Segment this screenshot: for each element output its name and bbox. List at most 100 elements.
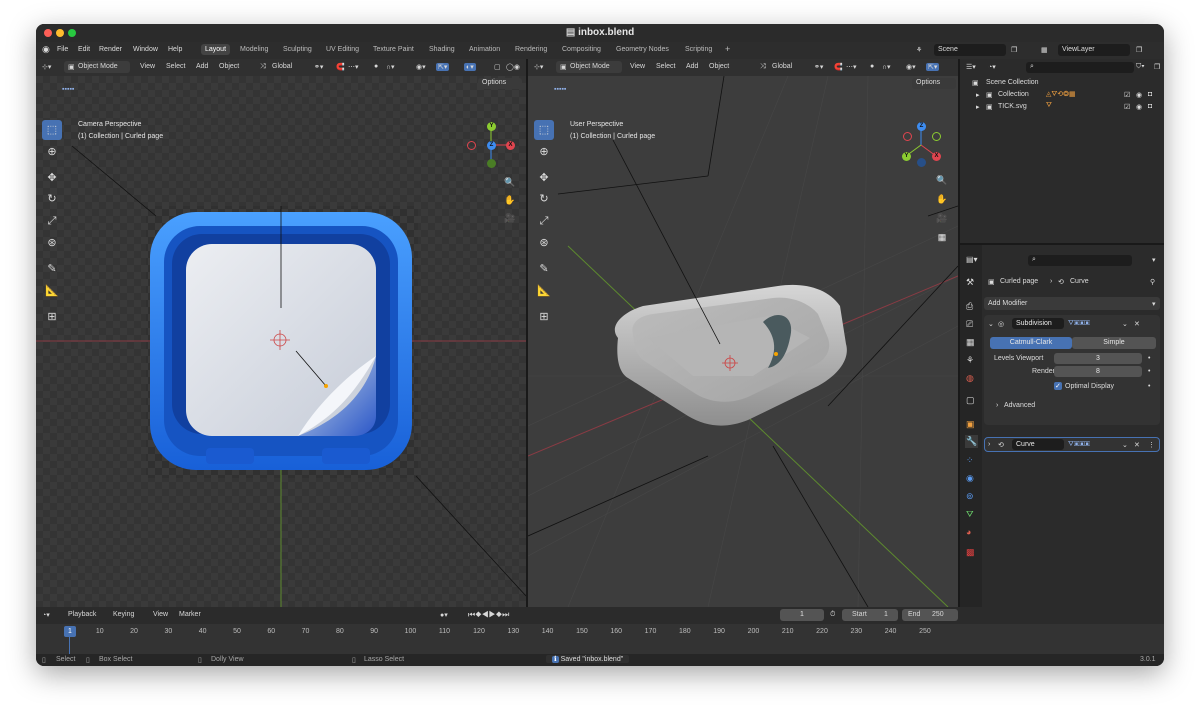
orientation-label[interactable]: Global [272,63,292,70]
measure-tool-icon[interactable]: 📐 [534,281,554,301]
menu-render[interactable]: Render [99,46,122,53]
modifier-name-field[interactable]: Curve [1012,439,1064,450]
new-scene-icon[interactable]: ❐ [1011,46,1017,54]
visibility-eye-icon[interactable]: ◉ [1136,91,1142,99]
view-layer-tab-icon[interactable]: ▦ [966,337,975,348]
select-tool-icon[interactable]: ⬚ [42,120,62,140]
proportional-icon[interactable]: ● [870,63,874,70]
zoom-icon[interactable]: 🔍 [934,172,950,188]
gizmo-x-icon[interactable]: X [506,141,515,150]
exclude-checkbox[interactable]: ☑ [1124,91,1130,99]
gizmo-y-icon[interactable]: Y [902,152,911,161]
proportional-icon[interactable]: ● [374,63,378,70]
playhead[interactable]: 1 [64,626,76,637]
rotate-tool-icon[interactable]: ↻ [42,189,62,209]
tab-shading[interactable]: Shading [429,46,455,53]
tab-rendering[interactable]: Rendering [515,46,547,53]
modifier-menu-icon[interactable]: ⌄ [1122,441,1128,449]
xray-icon[interactable]: ▢ [494,63,501,71]
view-layer-icon[interactable]: ▦ [1041,46,1048,54]
gizmo-z-icon[interactable]: Z [917,122,926,131]
camera-view-icon[interactable]: 🎥 [502,210,518,226]
texture-tab-icon[interactable]: ▩ [966,547,975,558]
editor-type-icon[interactable]: ▤▾ [966,255,978,264]
tab-texture-paint[interactable]: Texture Paint [373,46,414,53]
curve-icon[interactable]: ⛛ [1046,102,1052,110]
scale-tool-icon[interactable]: ⤢ [534,211,554,231]
modifier-tab-icon[interactable]: 🔧 [965,435,979,448]
move-tool-icon[interactable]: ✥ [534,168,554,188]
constraint-tab-icon[interactable]: ⊚ [966,491,974,502]
simple-button[interactable]: Simple [1072,337,1156,349]
menu-edit[interactable]: Edit [78,46,90,53]
pan-hand-icon[interactable]: ✋ [934,191,950,207]
falloff-icon[interactable]: ∩▾ [882,63,891,71]
modifier-toggles-icons[interactable]: ⛛▣▣▣ [1068,441,1090,449]
object-menu[interactable]: Object [219,63,239,70]
options-chevron-icon[interactable]: ▾ [1152,256,1156,264]
current-frame-field[interactable]: 1 [780,609,824,621]
advanced-label[interactable]: Advanced [1004,402,1035,409]
pin-icon[interactable]: ⚲ [1150,278,1155,286]
gizmo-neg-x-icon[interactable] [467,141,476,150]
world-tab-icon[interactable]: ◍ [966,373,974,384]
optimal-display-checkbox[interactable]: ✓ [1054,382,1062,390]
transform-tool-icon[interactable]: ⊛ [42,233,62,253]
gizmo-toggle-icon[interactable]: ⇱▾ [436,63,450,71]
tool-tab-icon[interactable]: ⚒ [966,277,974,288]
gizmo-neg-y-icon[interactable] [487,159,496,168]
add-workspace-button[interactable]: + [725,44,730,54]
outliner-item-tick-svg[interactable]: TICK.svg [998,103,1027,110]
modifier-menu-icon[interactable]: ⌄ [1122,320,1128,328]
orientation-label[interactable]: Global [772,63,792,70]
rotate-tool-icon[interactable]: ↻ [534,189,554,209]
visibility-icon[interactable]: ◉▾ [906,63,916,71]
outliner-editor-icon[interactable]: ☰▾ [966,63,976,71]
tab-layout[interactable]: Layout [201,44,231,55]
marker-menu[interactable]: Marker [179,611,201,618]
left-viewport[interactable]: Camera Perspective (1) Collection | Curl… [36,76,526,607]
grid-view-icon[interactable]: ▦ [934,229,950,245]
view-menu[interactable]: View [630,63,645,70]
select-mode-icon[interactable]: ▪▪▪▪▪ [62,86,74,93]
object-tab-icon[interactable]: ▣ [966,419,975,430]
scene-icon[interactable]: ⚘ [916,46,922,54]
render-levels-field[interactable]: 8 [1054,366,1142,377]
frame-ruler[interactable]: 10 20 30 40 50 60 70 80 90 100 110 120 130 140 150 160 1… [36,626,1164,638]
gizmo-x-icon[interactable]: X [932,152,941,161]
pan-hand-icon[interactable]: ✋ [502,192,518,208]
data-name[interactable]: Curve [1070,278,1089,285]
remove-modifier-icon[interactable]: ✕ [1134,441,1140,449]
material-tab-icon[interactable]: ◕ [966,527,971,537]
tab-uv-editing[interactable]: UV Editing [326,46,359,53]
add-menu[interactable]: Add [686,63,698,70]
add-cube-tool-icon[interactable]: ⊞ [42,307,62,327]
collection-contents-icons[interactable]: ◬⛛⟲❂▦ [1046,90,1076,99]
menu-window[interactable]: Window [133,46,158,53]
object-menu[interactable]: Object [709,63,729,70]
tab-scripting[interactable]: Scripting [685,46,712,53]
selection-mode-icons[interactable]: ▪▪▪▪▪ [554,78,614,93]
menu-help[interactable]: Help [168,46,182,53]
select-menu[interactable]: Select [166,63,185,70]
navigation-gizmo[interactable]: Z X Y [896,120,946,170]
options-dropdown[interactable]: Options [478,78,522,89]
stopwatch-icon[interactable]: ⏱ [830,611,835,619]
expand-arrow-icon[interactable]: ▸ [976,103,980,111]
playback-menu[interactable]: Playback [68,611,96,618]
modifier-toggles-icons[interactable]: ⛛▣▣▣ [1068,320,1090,328]
gizmo-z-icon[interactable]: Z [487,141,496,150]
options-dropdown[interactable]: Options [912,78,956,89]
gizmo-neg-y-icon[interactable] [932,132,941,141]
exclude-checkbox[interactable]: ☑ [1124,103,1130,111]
collection-tab-icon[interactable]: ▢ [966,395,975,406]
tab-animation[interactable]: Animation [469,46,500,53]
playback-controls-icons[interactable]: ⏮◆◀▶◆⏭ [468,610,509,620]
zoom-icon[interactable]: 🔍 [502,174,518,190]
object-name[interactable]: Curled page [1000,278,1038,285]
move-tool-icon[interactable]: ✥ [42,168,62,188]
collapse-arrow-icon[interactable]: ⌄ [988,320,994,328]
record-icon[interactable]: ●▾ [440,611,448,619]
render-camera-icon[interactable]: ◘ [1148,91,1152,98]
annotate-tool-icon[interactable]: ✎ [42,259,62,279]
